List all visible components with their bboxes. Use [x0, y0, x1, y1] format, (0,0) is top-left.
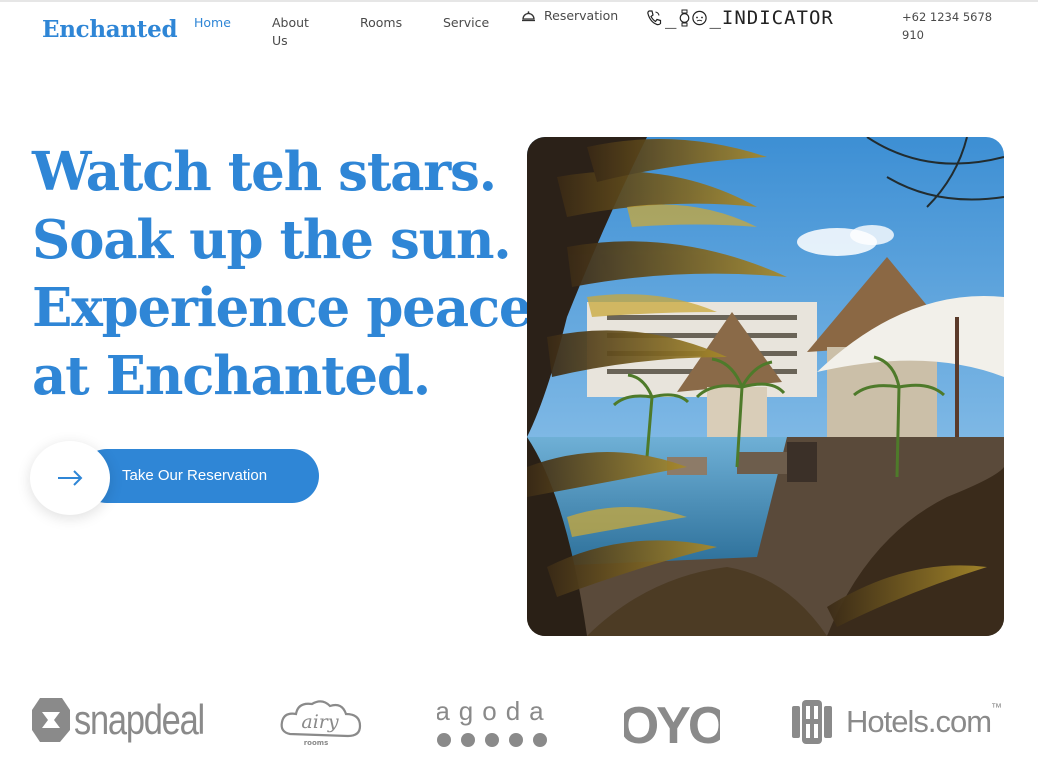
hotels-com-logo: Hotels.com ™ — [792, 700, 1002, 744]
agoda-wordmark-svg: agoda — [437, 696, 551, 747]
cta-button[interactable]: Take Our Reservation — [80, 449, 319, 503]
airy-rooms-logo: airy rooms — [278, 696, 364, 748]
nav-home[interactable]: Home — [194, 14, 231, 32]
hotels-wordmark: Hotels.com — [846, 704, 992, 739]
reservation-link[interactable]: Reservation — [521, 8, 618, 23]
phone-number[interactable]: +62 1234 5678 910 — [902, 8, 1002, 44]
hero-line-4: at Enchanted. — [32, 345, 431, 407]
reservation-cta[interactable]: Take Our Reservation — [30, 441, 320, 515]
resort-illustration — [527, 137, 1004, 636]
face-icon — [692, 10, 708, 26]
phone-icon — [647, 10, 662, 26]
agoda-wordmark: agoda — [437, 696, 551, 726]
hero-line-3: Experience peace — [32, 277, 533, 339]
hero-resort-image — [527, 137, 1004, 636]
arrow-right-icon — [58, 470, 83, 486]
oyo-wordmark-svg: OYO — [624, 698, 720, 750]
nav-about-us[interactable]: About Us — [272, 14, 326, 50]
indicator-underscore: _ — [665, 7, 678, 29]
agoda-logo: agoda — [437, 696, 551, 748]
partner-logos: snapdeal airy rooms agoda OYO Hotels.com… — [0, 690, 1038, 760]
hotels-trademark: ™ — [991, 702, 1003, 714]
oyo-wordmark: OYO — [624, 698, 720, 750]
snapdeal-bag-icon — [32, 698, 70, 742]
airy-sub: rooms — [304, 739, 329, 747]
hero-line-1: Watch teh stars. — [32, 141, 497, 203]
oyo-logo: OYO — [624, 698, 720, 750]
watch-icon — [680, 9, 690, 27]
indicator-label: _INDICATOR — [709, 7, 834, 29]
airy-wordmark: airy — [301, 711, 338, 733]
top-border — [0, 0, 1038, 2]
nav-service[interactable]: Service — [443, 14, 489, 32]
airy-cloud-logo: airy rooms — [280, 700, 362, 747]
agoda-dots — [437, 733, 547, 747]
cta-label: Take Our Reservation — [122, 467, 268, 484]
contact-indicator: _ _INDICATOR — [646, 7, 834, 29]
snapdeal-logo: snapdeal — [32, 696, 232, 744]
nav-rooms[interactable]: Rooms — [360, 14, 402, 32]
snapdeal-wordmark: snapdeal — [74, 696, 205, 743]
hero-line-2: Soak up the sun. — [32, 209, 512, 271]
hotels-h-icon — [792, 700, 832, 744]
brand-logo[interactable]: Enchanted — [42, 16, 178, 43]
cloche-icon — [522, 11, 535, 22]
hero-title: Watch teh stars. Soak up the sun. Experi… — [32, 138, 533, 410]
reservation-label: Reservation — [544, 8, 619, 23]
cta-arrow-button[interactable] — [30, 441, 110, 515]
